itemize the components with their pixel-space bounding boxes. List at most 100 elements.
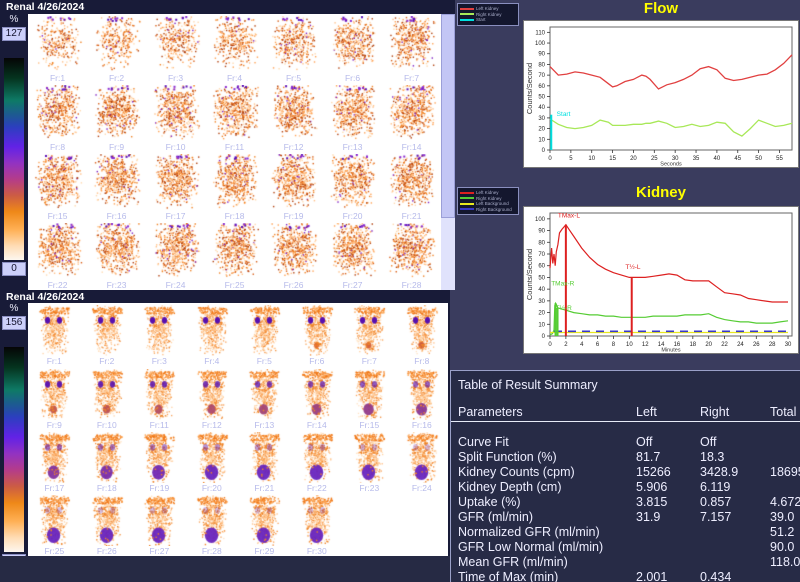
renal-frame-image [136,305,182,356]
parameter-value: 2.001 [636,570,700,582]
frame-thumbnail[interactable]: Fr:17 [28,430,81,493]
frame-thumbnail[interactable]: Fr:5 [238,303,291,366]
frame-label: Fr:18 [97,483,117,493]
frame-thumbnail[interactable]: Fr:16 [396,366,449,429]
parameter-value [636,525,700,540]
renal-frame-image [189,305,235,356]
frame-thumbnail[interactable]: Fr:27 [133,493,186,556]
frame-thumbnail[interactable]: Fr:13 [238,366,291,429]
frame-thumbnail[interactable]: Fr:24 [146,221,205,290]
svg-text:T½-R: T½-R [556,304,573,312]
frame-thumbnail[interactable]: Fr:9 [87,83,146,152]
flow-chart-svg: 0102030405060708090100110051015202530354… [524,21,798,167]
frame-thumbnail[interactable]: Fr:25 [28,493,81,556]
svg-text:18: 18 [689,342,696,348]
svg-text:30: 30 [538,299,545,305]
frame-label: Fr:3 [152,356,167,366]
frame-thumbnail[interactable]: Fr:2 [87,14,146,83]
frame-thumbnail[interactable]: Fr:2 [81,303,134,366]
scale-min-value[interactable]: 0 [2,262,26,276]
flow-frame-image [148,85,204,142]
frame-thumbnail[interactable]: Fr:5 [264,14,323,83]
frame-thumbnail[interactable]: Fr:10 [81,366,134,429]
frame-thumbnail[interactable]: Fr:10 [146,83,205,152]
frame-thumbnail[interactable]: Fr:17 [146,152,205,221]
frame-thumbnail[interactable]: Fr:19 [264,152,323,221]
parameter-value [770,450,800,465]
frame-thumbnail[interactable]: Fr:14 [291,366,344,429]
frame-thumbnail[interactable]: Fr:25 [205,221,264,290]
frame-thumbnail[interactable]: Fr:4 [186,303,239,366]
scale-max-value[interactable]: 156 [2,316,26,330]
frame-thumbnail[interactable]: Fr:7 [382,14,441,83]
frame-thumbnail[interactable]: Fr:9 [28,366,81,429]
frame-label: Fr:15 [48,211,68,221]
svg-text:100: 100 [535,41,546,47]
svg-text:8: 8 [612,342,616,348]
frame-thumbnail[interactable]: Fr:1 [28,14,87,83]
frame-thumbnail[interactable]: Fr:11 [133,366,186,429]
frame-thumbnail[interactable]: Fr:29 [238,493,291,556]
table-row: Normalized GFR (ml/min)51.2 [451,525,800,540]
frame-thumbnail[interactable]: Fr:4 [205,14,264,83]
parameter-value: 3.815 [636,495,700,510]
frame-thumbnail[interactable]: Fr:3 [133,303,186,366]
frame-thumbnail[interactable]: Fr:23 [343,430,396,493]
flow-frame-image [207,154,263,211]
frame-thumbnail[interactable]: Fr:15 [343,366,396,429]
frame-thumbnail[interactable]: Fr:28 [186,493,239,556]
frame-thumbnail[interactable]: Fr:14 [382,83,441,152]
frame-thumbnail[interactable]: Fr:20 [186,430,239,493]
frame-thumbnail[interactable]: Fr:11 [205,83,264,152]
column-header: Left [636,404,700,421]
frame-thumbnail[interactable]: Fr:8 [396,303,449,366]
frame-thumbnail[interactable]: Fr:22 [291,430,344,493]
frame-thumbnail[interactable]: Fr:18 [81,430,134,493]
frame-thumbnail[interactable]: Fr:13 [323,83,382,152]
svg-text:T½-L: T½-L [625,263,641,271]
svg-text:15: 15 [609,156,616,162]
scale-max-value[interactable]: 127 [2,27,26,41]
frame-thumbnail[interactable]: Fr:6 [323,14,382,83]
frame-thumbnail[interactable]: Fr:30 [291,493,344,556]
frame-thumbnail[interactable]: Fr:24 [396,430,449,493]
frame-thumbnail[interactable]: Fr:28 [382,221,441,290]
frame-thumbnail[interactable]: Fr:18 [205,152,264,221]
result-summary-table: Table of Result Summary ParametersLeftRi… [450,370,800,582]
svg-text:70: 70 [538,252,545,258]
flow-frame-image [207,223,263,280]
table-row: Curve FitOffOff [451,435,800,450]
svg-text:Counts/Second: Counts/Second [525,249,534,300]
frame-thumbnail[interactable]: Fr:26 [81,493,134,556]
frame-thumbnail[interactable]: Fr:21 [382,152,441,221]
frame-thumbnail[interactable]: Fr:21 [238,430,291,493]
frame-thumbnail[interactable]: Fr:19 [133,430,186,493]
frame-thumbnail[interactable]: Fr:27 [323,221,382,290]
frame-thumbnail[interactable]: Fr:26 [264,221,323,290]
renal-frame-image [399,432,445,483]
frame-thumbnail[interactable]: Fr:8 [28,83,87,152]
parameter-value [636,540,700,555]
frame-thumbnail[interactable]: Fr:6 [291,303,344,366]
frame-label: Fr:8 [414,356,429,366]
frame-thumbnail[interactable]: Fr:7 [343,303,396,366]
frame-thumbnail[interactable]: Fr:3 [146,14,205,83]
frame-thumbnail[interactable]: Fr:1 [28,303,81,366]
frame-label: Fr:3 [168,73,183,83]
frame-thumbnail[interactable]: Fr:12 [186,366,239,429]
frame-label: Fr:29 [254,546,274,556]
flow-frame-image [384,154,440,211]
parameter-name: Curve Fit [458,435,636,450]
table-body: Curve FitOffOffSplit Function (%)81.718.… [451,435,800,582]
flow-frames-panel: Renal 4/26/2024 % 127 0 Fr:1Fr:2Fr:3Fr:4… [0,0,455,290]
frame-label: Fr:25 [225,280,245,290]
frame-thumbnail[interactable]: Fr:15 [28,152,87,221]
frame-thumbnail[interactable]: Fr:22 [28,221,87,290]
frame-thumbnail[interactable]: Fr:20 [323,152,382,221]
frame-thumbnail[interactable]: Fr:16 [87,152,146,221]
frame-label: Fr:7 [404,73,419,83]
svg-text:Counts/Second: Counts/Second [525,63,534,114]
frame-thumbnail[interactable]: Fr:23 [87,221,146,290]
renal-frame-image [399,369,445,420]
frame-thumbnail[interactable]: Fr:12 [264,83,323,152]
